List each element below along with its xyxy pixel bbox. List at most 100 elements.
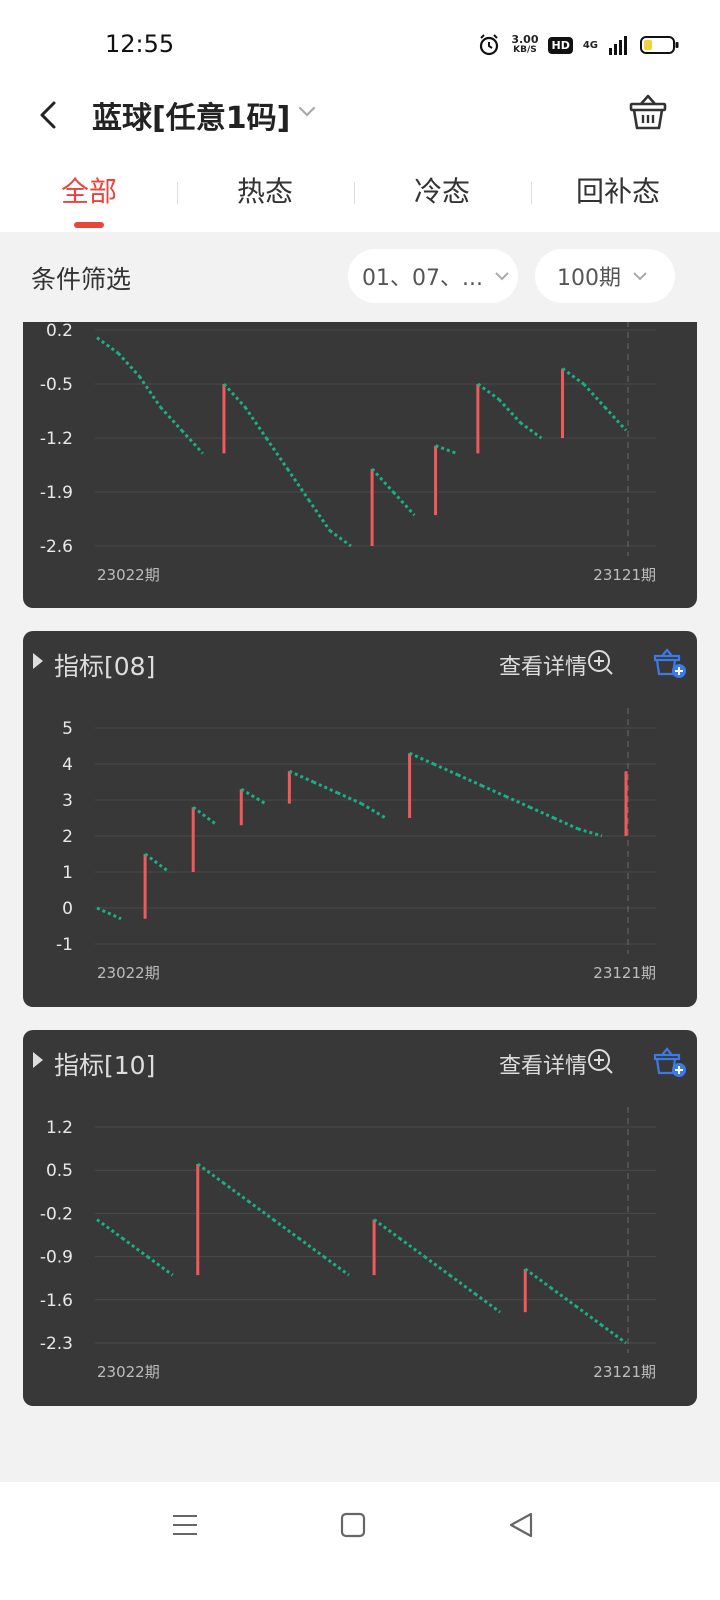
y-tick-label: -0.5 xyxy=(40,375,73,395)
numbers-select-value: 01、07、... xyxy=(362,266,483,291)
periods-select[interactable]: 100期 xyxy=(535,249,675,303)
fall-segment xyxy=(582,382,606,409)
tab-cold[interactable]: 冷态 xyxy=(414,170,470,210)
status-icons: 3.00 KB/S HD 4G xyxy=(477,30,680,60)
y-tick-label: 5 xyxy=(62,719,73,739)
fall-segment xyxy=(96,906,122,921)
back-triangle-icon[interactable] xyxy=(506,1510,536,1540)
x-start-label: 23022期 xyxy=(97,566,160,584)
basket-icon[interactable] xyxy=(626,90,670,134)
fall-segment xyxy=(519,421,543,440)
chevron-down-icon[interactable] xyxy=(295,99,319,123)
y-tick-label: -2.6 xyxy=(40,537,73,557)
fall-segment xyxy=(322,1255,350,1277)
expand-triangle-icon[interactable] xyxy=(33,653,43,669)
y-tick-label: -1 xyxy=(56,935,73,955)
back-chevron-icon[interactable] xyxy=(30,95,70,135)
fall-segment xyxy=(247,1199,275,1221)
indicator-chart[interactable]: 1.2 0.5 -0.2 -0.9 -1.6 -2.3 23022期 23121期 xyxy=(23,1090,697,1406)
card-header: 指标[10] 查看详情 xyxy=(23,1030,697,1090)
navbar: 蓝球[任意1码] xyxy=(0,85,720,145)
fall-segment xyxy=(336,791,363,805)
fall-segment xyxy=(297,1236,325,1258)
chevron-down-icon xyxy=(495,272,509,281)
tab-divider xyxy=(177,182,178,204)
menu-icon[interactable] xyxy=(170,1510,200,1540)
fall-segment xyxy=(529,805,555,820)
y-tick-label: -0.9 xyxy=(40,1248,73,1268)
fall-segment xyxy=(328,529,352,548)
y-tick-label: -2.3 xyxy=(40,1334,73,1354)
expand-triangle-icon[interactable] xyxy=(33,1052,43,1068)
y-tick-label: 0.5 xyxy=(46,1161,73,1181)
x-end-label: 23121期 xyxy=(593,566,656,584)
fall-segment xyxy=(423,1255,451,1277)
fall-segment xyxy=(180,429,204,455)
add-to-basket-icon[interactable] xyxy=(653,1046,687,1078)
fall-segment xyxy=(222,1181,250,1203)
y-tick-label: 4 xyxy=(62,755,73,775)
zoom-in-icon[interactable] xyxy=(587,649,615,677)
fall-segment xyxy=(138,375,162,408)
home-square-icon[interactable] xyxy=(338,1510,368,1540)
chevron-down-icon xyxy=(633,272,647,281)
numbers-select[interactable]: 01、07、... xyxy=(348,249,518,303)
speed-unit: KB/S xyxy=(513,45,537,55)
fall-segment xyxy=(603,406,628,432)
fall-segment xyxy=(561,367,585,386)
fall-segment xyxy=(392,490,416,517)
fall-segment xyxy=(272,1218,300,1240)
filter-row: 条件筛选 01、07、... 100期 xyxy=(0,232,720,322)
fall-segment xyxy=(473,1292,501,1314)
fall-segment xyxy=(196,1162,224,1184)
top-bar: 12:55 3.00 KB/S HD 4G 蓝球[任意1码] 全部 热态 冷态 回… xyxy=(0,0,720,232)
fall-segment xyxy=(398,1236,426,1258)
filter-label: 条件筛选 xyxy=(31,265,132,294)
fall-segment xyxy=(577,827,603,838)
x-start-label: 23022期 xyxy=(97,1363,160,1381)
y-tick-label: -0.2 xyxy=(40,1204,73,1224)
network-speed: 3.00 KB/S xyxy=(511,34,538,56)
fall-segment xyxy=(265,437,289,470)
indicator-card-2: 指标[08] 查看详情 5 4 3 2 1 0 -1 23022期 23121期 xyxy=(23,631,697,1007)
view-details-link[interactable]: 查看详情 xyxy=(499,649,587,681)
y-tick-label: -1.2 xyxy=(40,429,73,449)
y-tick-label: 1 xyxy=(62,863,73,883)
status-bar: 12:55 3.00 KB/S HD 4G xyxy=(0,30,720,60)
card-title[interactable]: 指标[10] xyxy=(54,1046,155,1082)
tab-rebound[interactable]: 回补态 xyxy=(576,170,660,210)
fall-segment xyxy=(222,382,247,409)
tab-divider xyxy=(531,182,532,204)
fall-segment xyxy=(476,382,500,401)
y-tick-label: 0.2 xyxy=(46,322,73,341)
fall-segment xyxy=(433,762,459,777)
view-details-link[interactable]: 查看详情 xyxy=(499,1048,587,1080)
y-tick-label: 0 xyxy=(62,899,73,919)
tab-all[interactable]: 全部 xyxy=(61,170,117,210)
hd-badge: HD xyxy=(548,36,573,54)
indicator-card-3: 指标[10] 查看详情 1.2 0.5 -0.2 -0.9 -1.6 -2.3 23022期… xyxy=(23,1030,697,1406)
card-title[interactable]: 指标[08] xyxy=(54,647,155,683)
fall-segment xyxy=(159,406,183,432)
fall-segment xyxy=(448,1273,476,1295)
add-to-basket-icon[interactable] xyxy=(653,647,687,679)
page-title[interactable]: 蓝球[任意1码] xyxy=(92,93,290,137)
y-tick-label: 1.2 xyxy=(46,1118,73,1138)
zoom-in-icon[interactable] xyxy=(587,1048,615,1076)
fall-segment xyxy=(286,468,310,501)
signal-icon xyxy=(609,36,627,55)
status-time: 12:55 xyxy=(105,30,175,58)
fall-segment xyxy=(96,1218,124,1240)
tab-hot[interactable]: 热态 xyxy=(237,170,293,210)
fall-segment xyxy=(360,802,387,820)
fall-segment xyxy=(505,795,531,809)
indicator-chart[interactable]: 0.2 -0.5 -1.2 -1.9 -2.6 23022期 23121期 xyxy=(23,322,697,608)
indicator-chart[interactable]: 5 4 3 2 1 0 -1 23022期 23121期 xyxy=(23,691,697,1007)
speed-value: 3.00 xyxy=(511,33,539,46)
fall-segment xyxy=(121,1236,149,1258)
fall-segment xyxy=(549,1286,577,1308)
system-nav-bar xyxy=(0,1482,720,1600)
fall-segment xyxy=(307,498,331,532)
tab-divider xyxy=(354,182,355,204)
fall-segment xyxy=(370,467,395,494)
